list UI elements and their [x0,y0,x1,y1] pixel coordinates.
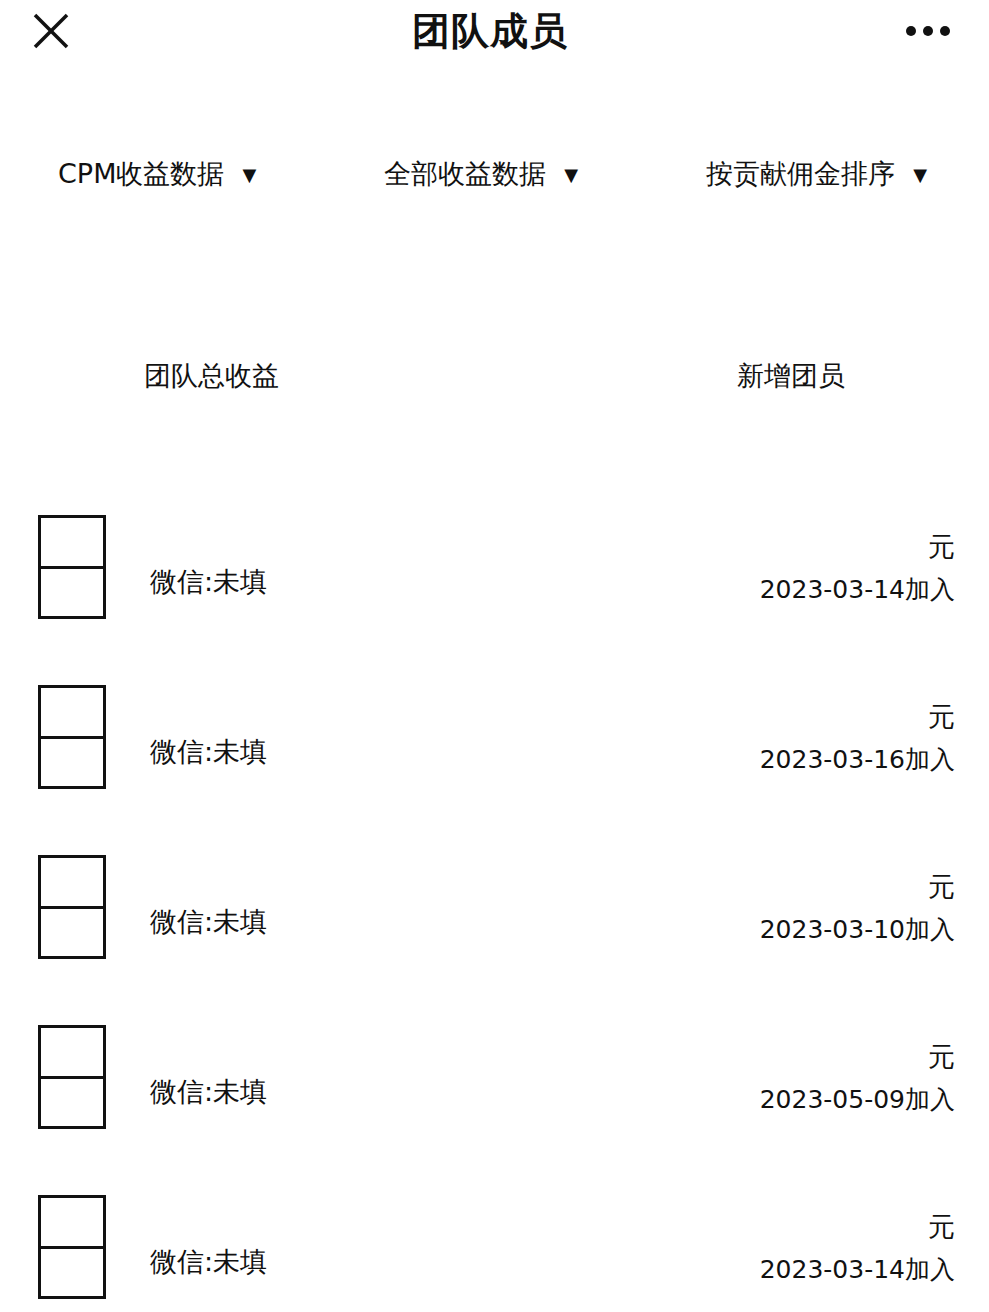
member-wechat: 微信:未填 [106,704,760,770]
member-stats: 元 2023-03-16加入 [760,699,955,776]
close-icon [32,12,70,50]
member-row[interactable]: 微信:未填 元 2023-03-16加入 [0,652,989,822]
member-joined: 2023-03-14加入 [760,1253,955,1286]
member-avatar [38,515,106,619]
filter-label: CPM收益数据 [58,156,224,192]
summary-row: 团队总收益 新增团员 [0,347,989,405]
team-total-income: 团队总收益 [144,358,279,394]
more-icon [905,25,951,37]
filter-dropdown[interactable]: CPM收益数据 ▼ [58,152,256,196]
member-stats: 元 2023-03-14加入 [760,1209,955,1286]
filter-label: 按贡献佣金排序 [706,156,895,192]
member-stats: 元 2023-03-14加入 [760,529,955,606]
dropdown-arrow-icon: ▼ [242,164,256,185]
filter-bar: CPM收益数据 ▼ 全部收益数据 ▼ 按贡献佣金排序 ▼ [0,144,989,204]
member-wechat: 微信:未填 [106,874,760,940]
dropdown-arrow-icon: ▼ [913,164,927,185]
member-joined: 2023-05-09加入 [760,1083,955,1116]
member-row[interactable]: 微信:未填 元 2023-03-14加入 [0,482,989,652]
filter-dropdown[interactable]: 按贡献佣金排序 ▼ [706,152,927,196]
member-row[interactable]: 微信:未填 元 2023-05-09加入 [0,992,989,1162]
member-wechat: 微信:未填 [106,1044,760,1110]
member-avatar [38,855,106,959]
close-button[interactable] [26,11,76,51]
member-amount: 元 [928,699,955,735]
page-title: 团队成员 [412,6,568,57]
member-list: 微信:未填元2023-03-14加入微信:未填元2023-03-16加入微信:未… [0,482,989,1312]
member-amount: 元 [928,869,955,905]
more-button[interactable] [903,11,953,51]
member-stats: 元 2023-05-09加入 [760,1039,955,1116]
member-avatar [38,1025,106,1129]
member-amount: 元 [928,1039,955,1075]
filter-dropdown[interactable]: 全部收益数据 ▼ [384,152,578,196]
top-bar: 团队成员 [0,0,989,62]
member-avatar [38,685,106,789]
member-amount: 元 [928,529,955,565]
member-amount: 元 [928,1209,955,1245]
new-members: 新增团员 [737,358,845,394]
member-row[interactable]: 微信:未填 元 2023-03-10加入 [0,822,989,992]
filter-label: 全部收益数据 [384,156,546,192]
team-members-page: 团队成员 CPM收益数据 ▼ 全部收益数据 ▼ 按贡献佣金排序 ▼ 团队总收益 新增团员微信:未… [0,0,989,1312]
member-wechat: 微信:未填 [106,1214,760,1280]
member-row[interactable]: 微信:未填 元 2023-03-14加入 [0,1162,989,1312]
member-joined: 2023-03-16加入 [760,743,955,776]
member-wechat: 微信:未填 [106,534,760,600]
member-stats: 元 2023-03-10加入 [760,869,955,946]
dropdown-arrow-icon: ▼ [564,164,578,185]
member-avatar [38,1195,106,1299]
member-joined: 2023-03-14加入 [760,573,955,606]
member-joined: 2023-03-10加入 [760,913,955,946]
